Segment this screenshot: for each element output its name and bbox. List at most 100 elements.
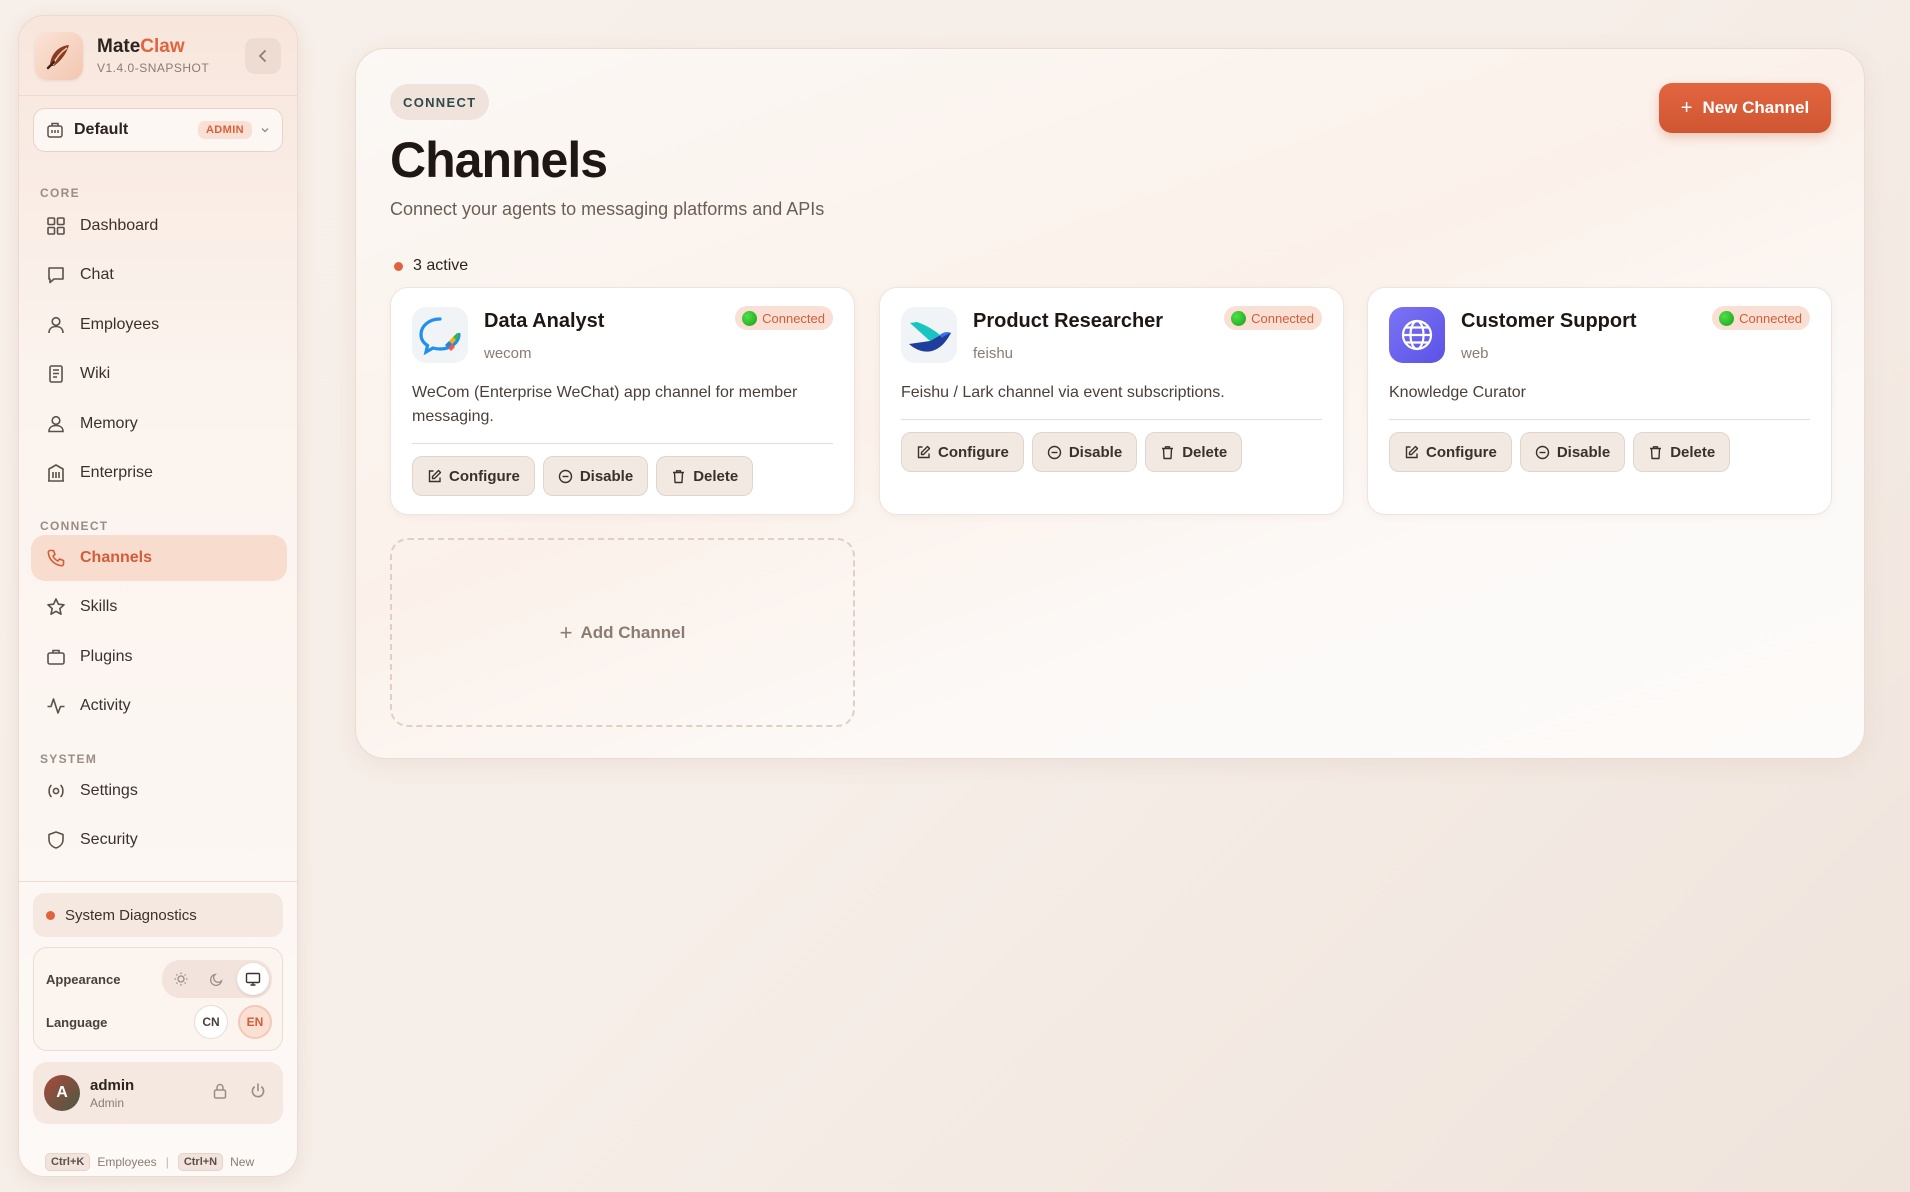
- status-badge: Connected: [1712, 306, 1810, 330]
- sidebar-item-label: Memory: [80, 415, 138, 432]
- connected-dot-icon: [1231, 310, 1247, 326]
- sun-icon[interactable]: [165, 963, 197, 995]
- sidebar-item-security[interactable]: Security: [31, 817, 287, 863]
- building-icon: [45, 462, 67, 484]
- card-divider: [901, 419, 1322, 420]
- plus-icon: +: [1680, 96, 1693, 119]
- briefcase-icon: [45, 646, 67, 668]
- sidebar-item-chat[interactable]: Chat: [31, 252, 287, 298]
- wecom-icon: [412, 307, 468, 363]
- channel-description: Knowledge Curator: [1389, 384, 1526, 401]
- add-channel-label: Add Channel: [580, 622, 686, 642]
- sidebar-item-label: Dashboard: [80, 217, 159, 234]
- sidebar-item-dashboard[interactable]: Dashboard: [31, 203, 287, 249]
- section-label-system: SYSTEM: [40, 752, 98, 766]
- sidebar-item-label: Plugins: [80, 648, 133, 665]
- sidebar-item-activity[interactable]: Activity: [31, 683, 287, 729]
- lock-icon[interactable]: [211, 1082, 229, 1105]
- sidebar-item-label: Security: [80, 831, 138, 848]
- trash-icon: [1650, 445, 1662, 459]
- channel-name: Product Researcher: [973, 310, 1164, 332]
- settings-icon: [45, 780, 67, 802]
- sidebar-item-settings[interactable]: Settings: [31, 768, 287, 814]
- workspace-selector[interactable]: Default ADMIN: [33, 108, 283, 152]
- brand-version: V1.4.0-SNAPSHOT: [97, 61, 210, 75]
- avatar[interactable]: A: [44, 1075, 80, 1111]
- appearance-toggle: [162, 960, 272, 998]
- language-option-cn[interactable]: CN: [194, 1005, 228, 1039]
- language-option-en[interactable]: EN: [238, 1005, 272, 1039]
- channel-card-data-analyst[interactable]: Data Analyst wecom Connected WeCom (Ente…: [390, 287, 855, 515]
- sidebar-item-enterprise[interactable]: Enterprise: [31, 450, 287, 496]
- language-label: Language: [46, 1014, 108, 1030]
- channel-description: Feishu / Lark channel via event subscrip…: [901, 384, 1225, 401]
- feishu-icon: [901, 307, 957, 363]
- person-icon: [45, 314, 67, 336]
- minus-circle-icon: [1047, 445, 1062, 459]
- connected-dot-icon: [1719, 310, 1735, 326]
- delete-button[interactable]: Delete: [656, 456, 754, 496]
- disable-button[interactable]: Disable: [1519, 432, 1626, 472]
- channel-card-customer-support[interactable]: Customer Support web Connected Knowledge…: [1367, 287, 1832, 515]
- plus-icon: +: [559, 619, 573, 645]
- moon-icon[interactable]: [201, 963, 233, 995]
- configure-button[interactable]: Configure: [1389, 432, 1512, 472]
- sidebar-item-channels[interactable]: Channels: [31, 535, 287, 581]
- language-row: Language CN EN: [46, 1005, 272, 1039]
- delete-button[interactable]: Delete: [1633, 432, 1731, 472]
- sidebar-item-plugins[interactable]: Plugins: [31, 634, 287, 680]
- appearance-label: Appearance: [46, 971, 121, 987]
- shield-icon: [45, 829, 67, 851]
- sidebar-item-label: Activity: [80, 697, 131, 714]
- card-actions: Configure Disable Delete: [901, 432, 1243, 472]
- collapse-sidebar-button[interactable]: [245, 37, 281, 74]
- trash-icon: [673, 469, 685, 483]
- user-memory-icon: [45, 413, 67, 435]
- language-toggle: CN EN: [194, 1005, 272, 1039]
- keyboard-shortcuts: Ctrl+K Employees | Ctrl+N New: [45, 1153, 254, 1171]
- sidebar-item-employees[interactable]: Employees: [31, 302, 287, 348]
- user-name: admin: [90, 1076, 135, 1094]
- monitor-icon[interactable]: [237, 963, 269, 995]
- minus-circle-icon: [1535, 445, 1550, 459]
- disable-button[interactable]: Disable: [542, 456, 649, 496]
- trash-icon: [1162, 445, 1174, 459]
- status-label: Connected: [1251, 310, 1314, 326]
- status-label: Connected: [1739, 310, 1802, 326]
- sidebar-item-wiki[interactable]: Wiki: [31, 351, 287, 397]
- chat-icon: [45, 264, 67, 286]
- shortcut-key: Ctrl+N: [177, 1153, 224, 1171]
- section-pill: CONNECT: [390, 84, 490, 120]
- section-label-connect: CONNECT: [40, 519, 109, 533]
- sidebar-item-label: Wiki: [80, 365, 111, 382]
- delete-button[interactable]: Delete: [1145, 432, 1243, 472]
- edit-icon: [917, 445, 931, 458]
- brand-name: MateClaw: [97, 36, 185, 57]
- configure-button[interactable]: Configure: [412, 456, 535, 496]
- book-icon: [45, 363, 67, 385]
- chevron-left-icon: [259, 49, 266, 62]
- channel-card-product-researcher[interactable]: Product Researcher feishu Connected Feis…: [879, 287, 1344, 515]
- sidebar-divider: [19, 881, 297, 882]
- edit-icon: [1405, 445, 1419, 458]
- channel-description: WeCom (Enterprise WeChat) app channel fo…: [412, 384, 798, 425]
- system-diagnostics-button[interactable]: System Diagnostics: [33, 893, 283, 937]
- new-channel-button[interactable]: + New Channel: [1659, 83, 1831, 133]
- sidebar-item-skills[interactable]: Skills: [31, 584, 287, 630]
- configure-button[interactable]: Configure: [901, 432, 1024, 472]
- workspace-role-badge: ADMIN: [197, 121, 252, 139]
- channel-type: web: [1461, 345, 1489, 362]
- mateclaw-logo: [35, 31, 83, 80]
- sidebar-item-memory[interactable]: Memory: [31, 401, 287, 447]
- globe-icon: [1389, 307, 1445, 363]
- connected-dot-icon: [742, 310, 758, 326]
- shortcut-label: New: [230, 1155, 255, 1169]
- channel-type: feishu: [973, 345, 1014, 362]
- power-icon[interactable]: [249, 1082, 267, 1105]
- active-count-label: 3 active: [413, 257, 469, 274]
- sidebar-item-label: Enterprise: [80, 464, 153, 481]
- disable-button[interactable]: Disable: [1031, 432, 1138, 472]
- card-divider: [412, 443, 833, 444]
- add-channel-card[interactable]: + Add Channel: [390, 538, 855, 727]
- section-label-core: CORE: [40, 186, 80, 200]
